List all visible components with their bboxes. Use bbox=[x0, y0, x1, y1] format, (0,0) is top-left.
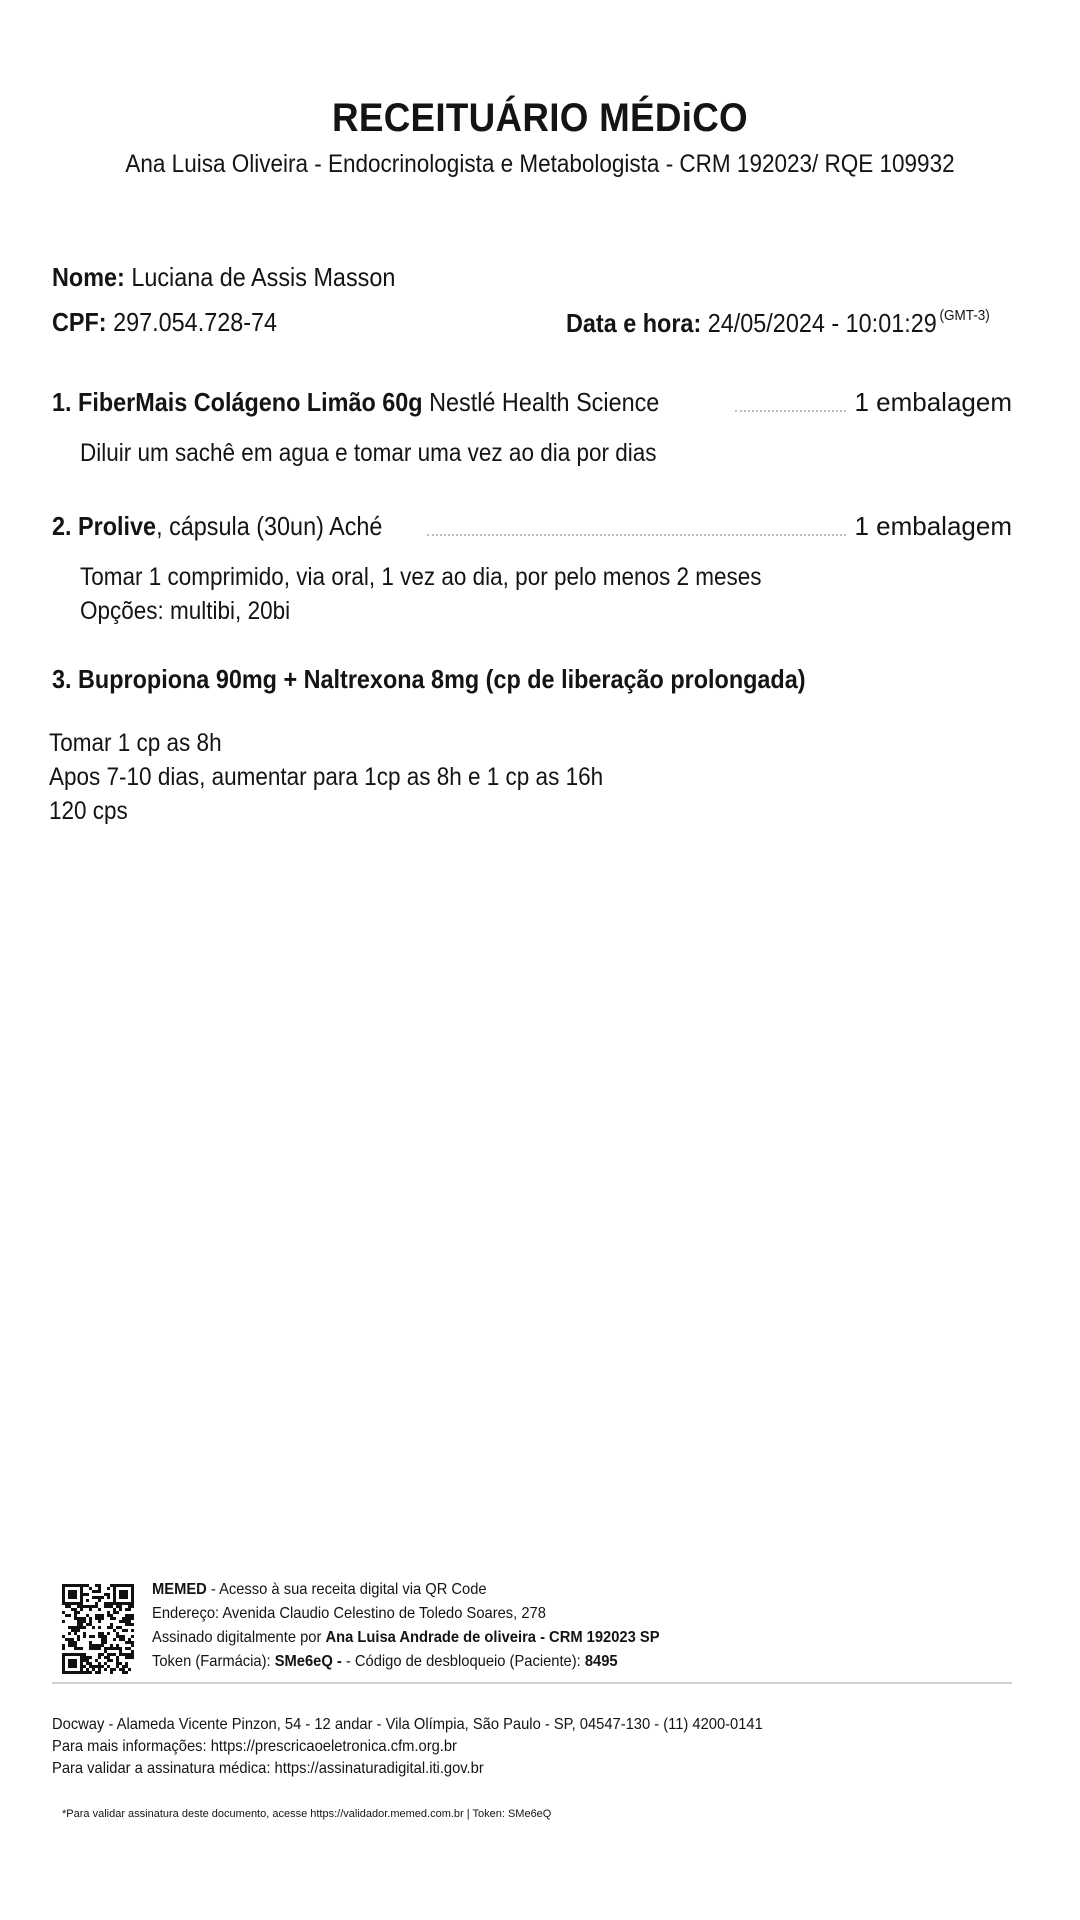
item-1-quantity: 1 embalagem bbox=[854, 387, 1012, 417]
prescription-item-1: 1. FiberMais Colágeno Limão 60g Nestlé H… bbox=[52, 384, 1012, 418]
prescription-page: RECEITUÁRIO MÉDiCO Ana Luisa Oliveira - … bbox=[0, 0, 1080, 1920]
memed-address: Endereço: Avenida Claudio Celestino de T… bbox=[152, 1605, 546, 1622]
prescription-item-2: 2. Prolive, cápsula (30un) Aché 1 embala… bbox=[52, 508, 1012, 542]
token-line: Token (Farmácia): SMe6eQ - - Código de d… bbox=[152, 1650, 660, 1674]
item-1-number: 1. bbox=[52, 387, 72, 417]
item-2-dot-leader bbox=[427, 534, 847, 536]
item-1-name-bold: FiberMais Colágeno Limão 60g bbox=[78, 387, 423, 417]
datetime-value: 24/05/2024 - 10:01:29 bbox=[707, 308, 937, 338]
validate-link[interactable]: Para validar a assinatura médica: https:… bbox=[52, 1758, 763, 1780]
info-link[interactable]: Para mais informações: https://prescrica… bbox=[52, 1736, 763, 1758]
memed-text: - Acesso à sua receita digital via QR Co… bbox=[206, 1581, 487, 1598]
token-value: SMe6eQ bbox=[274, 1653, 333, 1670]
item-1-instruction-line: Diluir um sachê em agua e tomar uma vez … bbox=[80, 439, 657, 467]
memed-footer: MEMED - Acesso à sua receita digital via… bbox=[152, 1578, 660, 1674]
item-1-dot-leader bbox=[734, 410, 847, 412]
patient-cpf-row: CPF: 297.054.728-74 bbox=[52, 307, 277, 338]
item-3-number: 3. bbox=[52, 664, 72, 694]
prescription-item-3: 3. Bupropiona 90mg + Naltrexona 8mg (cp … bbox=[52, 664, 806, 695]
patient-cpf-label: CPF: bbox=[52, 307, 107, 337]
item-2-name: 2. Prolive, cápsula (30un) Aché bbox=[52, 511, 382, 542]
item-2-quantity: 1 embalagem bbox=[854, 511, 1012, 541]
doctor-line: Ana Luisa Oliveira - Endocrinologista e … bbox=[125, 150, 955, 178]
company-info: Docway - Alameda Vicente Pinzon, 54 - 12… bbox=[52, 1714, 763, 1780]
item-2-name-bold: Prolive bbox=[78, 511, 157, 541]
patient-name-value: Luciana de Assis Masson bbox=[131, 262, 396, 292]
unlock-sep: - bbox=[332, 1653, 342, 1670]
item-3-instruction-line: Apos 7-10 dias, aumentar para 1cp as 8h … bbox=[49, 763, 604, 791]
datetime-label: Data e hora: bbox=[566, 308, 702, 338]
item-2-instruction-line: Tomar 1 comprimido, via oral, 1 vez ao d… bbox=[80, 563, 762, 591]
item-3-instructions: Tomar 1 cp as 8h Apos 7-10 dias, aumenta… bbox=[49, 726, 603, 828]
signed-prefix: Assinado digitalmente por bbox=[152, 1629, 326, 1646]
company-address: Docway - Alameda Vicente Pinzon, 54 - 12… bbox=[52, 1716, 763, 1733]
footer-divider bbox=[52, 1682, 1012, 1684]
unlock-value: 8495 bbox=[584, 1653, 618, 1670]
item-2-name-rest: , cápsula (30un) Aché bbox=[156, 511, 383, 541]
token-label: Token (Farmácia): bbox=[152, 1653, 275, 1670]
patient-name-label: Nome: bbox=[52, 262, 125, 292]
item-1-name: 1. FiberMais Colágeno Limão 60g Nestlé H… bbox=[52, 387, 659, 418]
datetime-row: Data e hora: 24/05/2024 - 10:01:29 (GMT-3… bbox=[566, 307, 990, 339]
item-1-name-rest: Nestlé Health Science bbox=[422, 387, 660, 417]
patient-cpf-value: 297.054.728-74 bbox=[113, 307, 278, 337]
item-3-name-bold: Bupropiona 90mg + Naltrexona 8mg (cp de … bbox=[78, 664, 806, 694]
document-title: RECEITUÁRIO MÉDiCO bbox=[332, 96, 748, 140]
item-2-instruction-line: Opções: multibi, 20bi bbox=[80, 597, 291, 625]
signature-line: Assinado digitalmente por Ana Luisa Andr… bbox=[152, 1626, 660, 1650]
item-1-instructions: Diluir um sachê em agua e tomar uma vez … bbox=[80, 436, 657, 470]
qr-code-icon[interactable] bbox=[62, 1584, 134, 1674]
memed-line: MEMED - Acesso à sua receita digital via… bbox=[152, 1578, 660, 1602]
validation-note: *Para validar assinatura deste documento… bbox=[62, 1808, 552, 1820]
memed-brand: MEMED bbox=[152, 1581, 207, 1598]
patient-name-row: Nome: Luciana de Assis Masson bbox=[52, 262, 395, 293]
timezone-label: (GMT-3) bbox=[939, 307, 990, 324]
unlock-label: - Código de desbloqueio (Paciente): bbox=[341, 1653, 585, 1670]
item-2-number: 2. bbox=[52, 511, 72, 541]
signed-name: Ana Luisa Andrade de oliveira - CRM 1920… bbox=[325, 1629, 660, 1646]
item-2-instructions: Tomar 1 comprimido, via oral, 1 vez ao d… bbox=[80, 560, 762, 628]
item-3-instruction-line: Tomar 1 cp as 8h bbox=[49, 729, 222, 757]
item-3-instruction-line: 120 cps bbox=[49, 797, 128, 825]
